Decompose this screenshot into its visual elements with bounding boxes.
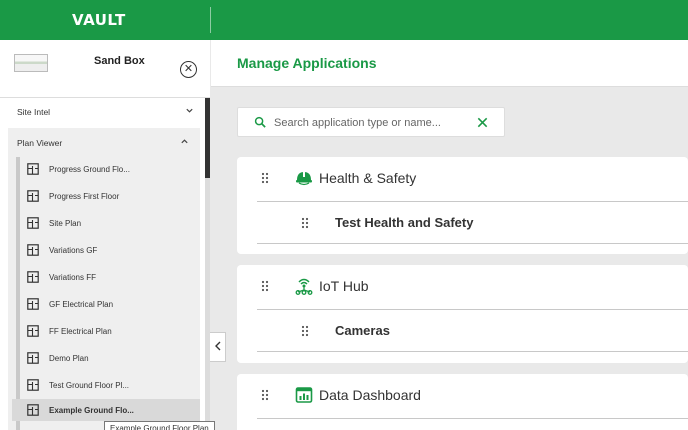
floor-plan-icon (27, 190, 39, 202)
plan-item[interactable]: Demo Plan (22, 348, 198, 368)
section-site-intel[interactable]: Site Intel (0, 98, 205, 126)
plan-item-label: Variations GF (49, 245, 98, 255)
floor-plan-icon (27, 244, 39, 256)
plan-item-label: Variations FF (49, 272, 96, 282)
search-input[interactable] (274, 113, 464, 133)
group-title: IoT Hub (319, 278, 369, 294)
plan-item[interactable]: GF Electrical Plan (22, 294, 198, 314)
app-name[interactable]: Test Health and Safety (335, 215, 473, 230)
page-title: Manage Applications (237, 55, 377, 71)
project-thumbnail (14, 54, 48, 72)
divider (257, 201, 688, 202)
app-name[interactable]: Cameras (335, 323, 390, 338)
plan-item-active[interactable]: Example Ground Flo... (12, 399, 200, 421)
plan-item-label: Site Plan (49, 218, 82, 228)
dashboard-icon (295, 387, 313, 403)
floor-plan-icon (27, 404, 39, 416)
plan-item-label: Test Ground Floor Pl... (49, 380, 130, 390)
floor-plan-icon (27, 325, 39, 337)
section-plan-viewer[interactable]: Plan Viewer (8, 129, 200, 157)
sidebar-scrollbar-thumb[interactable] (205, 98, 210, 178)
main-header: Manage Applications (211, 40, 688, 87)
plan-item[interactable]: FF Electrical Plan (22, 321, 198, 341)
group-title: Health & Safety (319, 170, 417, 186)
chevron-up-icon (180, 137, 189, 148)
divider (257, 351, 688, 352)
plan-item-label: Demo Plan (49, 353, 89, 363)
iot-hub-icon (295, 278, 313, 295)
clear-search-icon[interactable] (476, 116, 489, 129)
floor-plan-icon (27, 163, 39, 175)
plan-item-label: Progress First Floor (49, 191, 120, 201)
group-title: Data Dashboard (319, 387, 421, 403)
plan-item-label: FF Electrical Plan (49, 326, 112, 336)
search-box (237, 107, 505, 137)
project-header: Sand Box ✕ (0, 40, 210, 98)
drag-handle-icon[interactable] (261, 172, 269, 184)
section-label: Plan Viewer (17, 138, 63, 148)
section-label: Site Intel (17, 107, 51, 117)
project-name: Sand Box (94, 55, 145, 67)
close-project-button[interactable]: ✕ (180, 61, 197, 78)
vault-logo[interactable]: VAULT (72, 11, 126, 29)
plan-item[interactable]: Variations GF (22, 240, 198, 260)
app-group-card: Health & Safety Test Health and Safety (237, 157, 688, 254)
divider (257, 418, 688, 419)
drag-handle-icon[interactable] (301, 217, 309, 229)
app-group-card: Data Dashboard (237, 374, 688, 430)
plan-item[interactable]: Progress First Floor (22, 186, 198, 206)
floor-plan-icon (27, 298, 39, 310)
drag-handle-icon[interactable] (261, 389, 269, 401)
plan-tooltip: Example Ground Floor Plan (104, 421, 215, 430)
top-bar: VAULT (0, 0, 688, 40)
floor-plan-icon (27, 352, 39, 364)
plan-item-label: GF Electrical Plan (49, 299, 114, 309)
floor-plan-icon (27, 271, 39, 283)
topbar-divider (210, 7, 211, 33)
divider (257, 243, 688, 244)
sidebar-scroll-area: Site Intel Plan Viewer Progress Ground F… (0, 98, 210, 430)
chevron-down-icon (185, 106, 194, 117)
collapse-sidebar-button[interactable] (210, 332, 226, 362)
plan-item[interactable]: Site Plan (22, 213, 198, 233)
divider (257, 309, 688, 310)
floor-plan-icon (27, 379, 39, 391)
plan-item[interactable]: Variations FF (22, 267, 198, 287)
drag-handle-icon[interactable] (261, 280, 269, 292)
search-icon (254, 116, 266, 128)
app-group-card: IoT Hub Cameras (237, 265, 688, 363)
chevron-left-icon (214, 341, 222, 354)
sidebar: Sand Box ✕ Site Intel Plan Viewer Progre… (0, 40, 210, 430)
plan-item[interactable]: Test Ground Floor Pl... (22, 375, 198, 395)
hard-hat-icon (296, 172, 312, 186)
floor-plan-icon (27, 217, 39, 229)
plan-item[interactable]: Progress Ground Flo... (22, 159, 198, 179)
plan-item-label: Progress Ground Flo... (49, 164, 130, 174)
plan-item-label: Example Ground Flo... (49, 405, 134, 415)
drag-handle-icon[interactable] (301, 325, 309, 337)
nested-rail (16, 157, 20, 430)
close-circle-icon: ✕ (183, 63, 194, 75)
